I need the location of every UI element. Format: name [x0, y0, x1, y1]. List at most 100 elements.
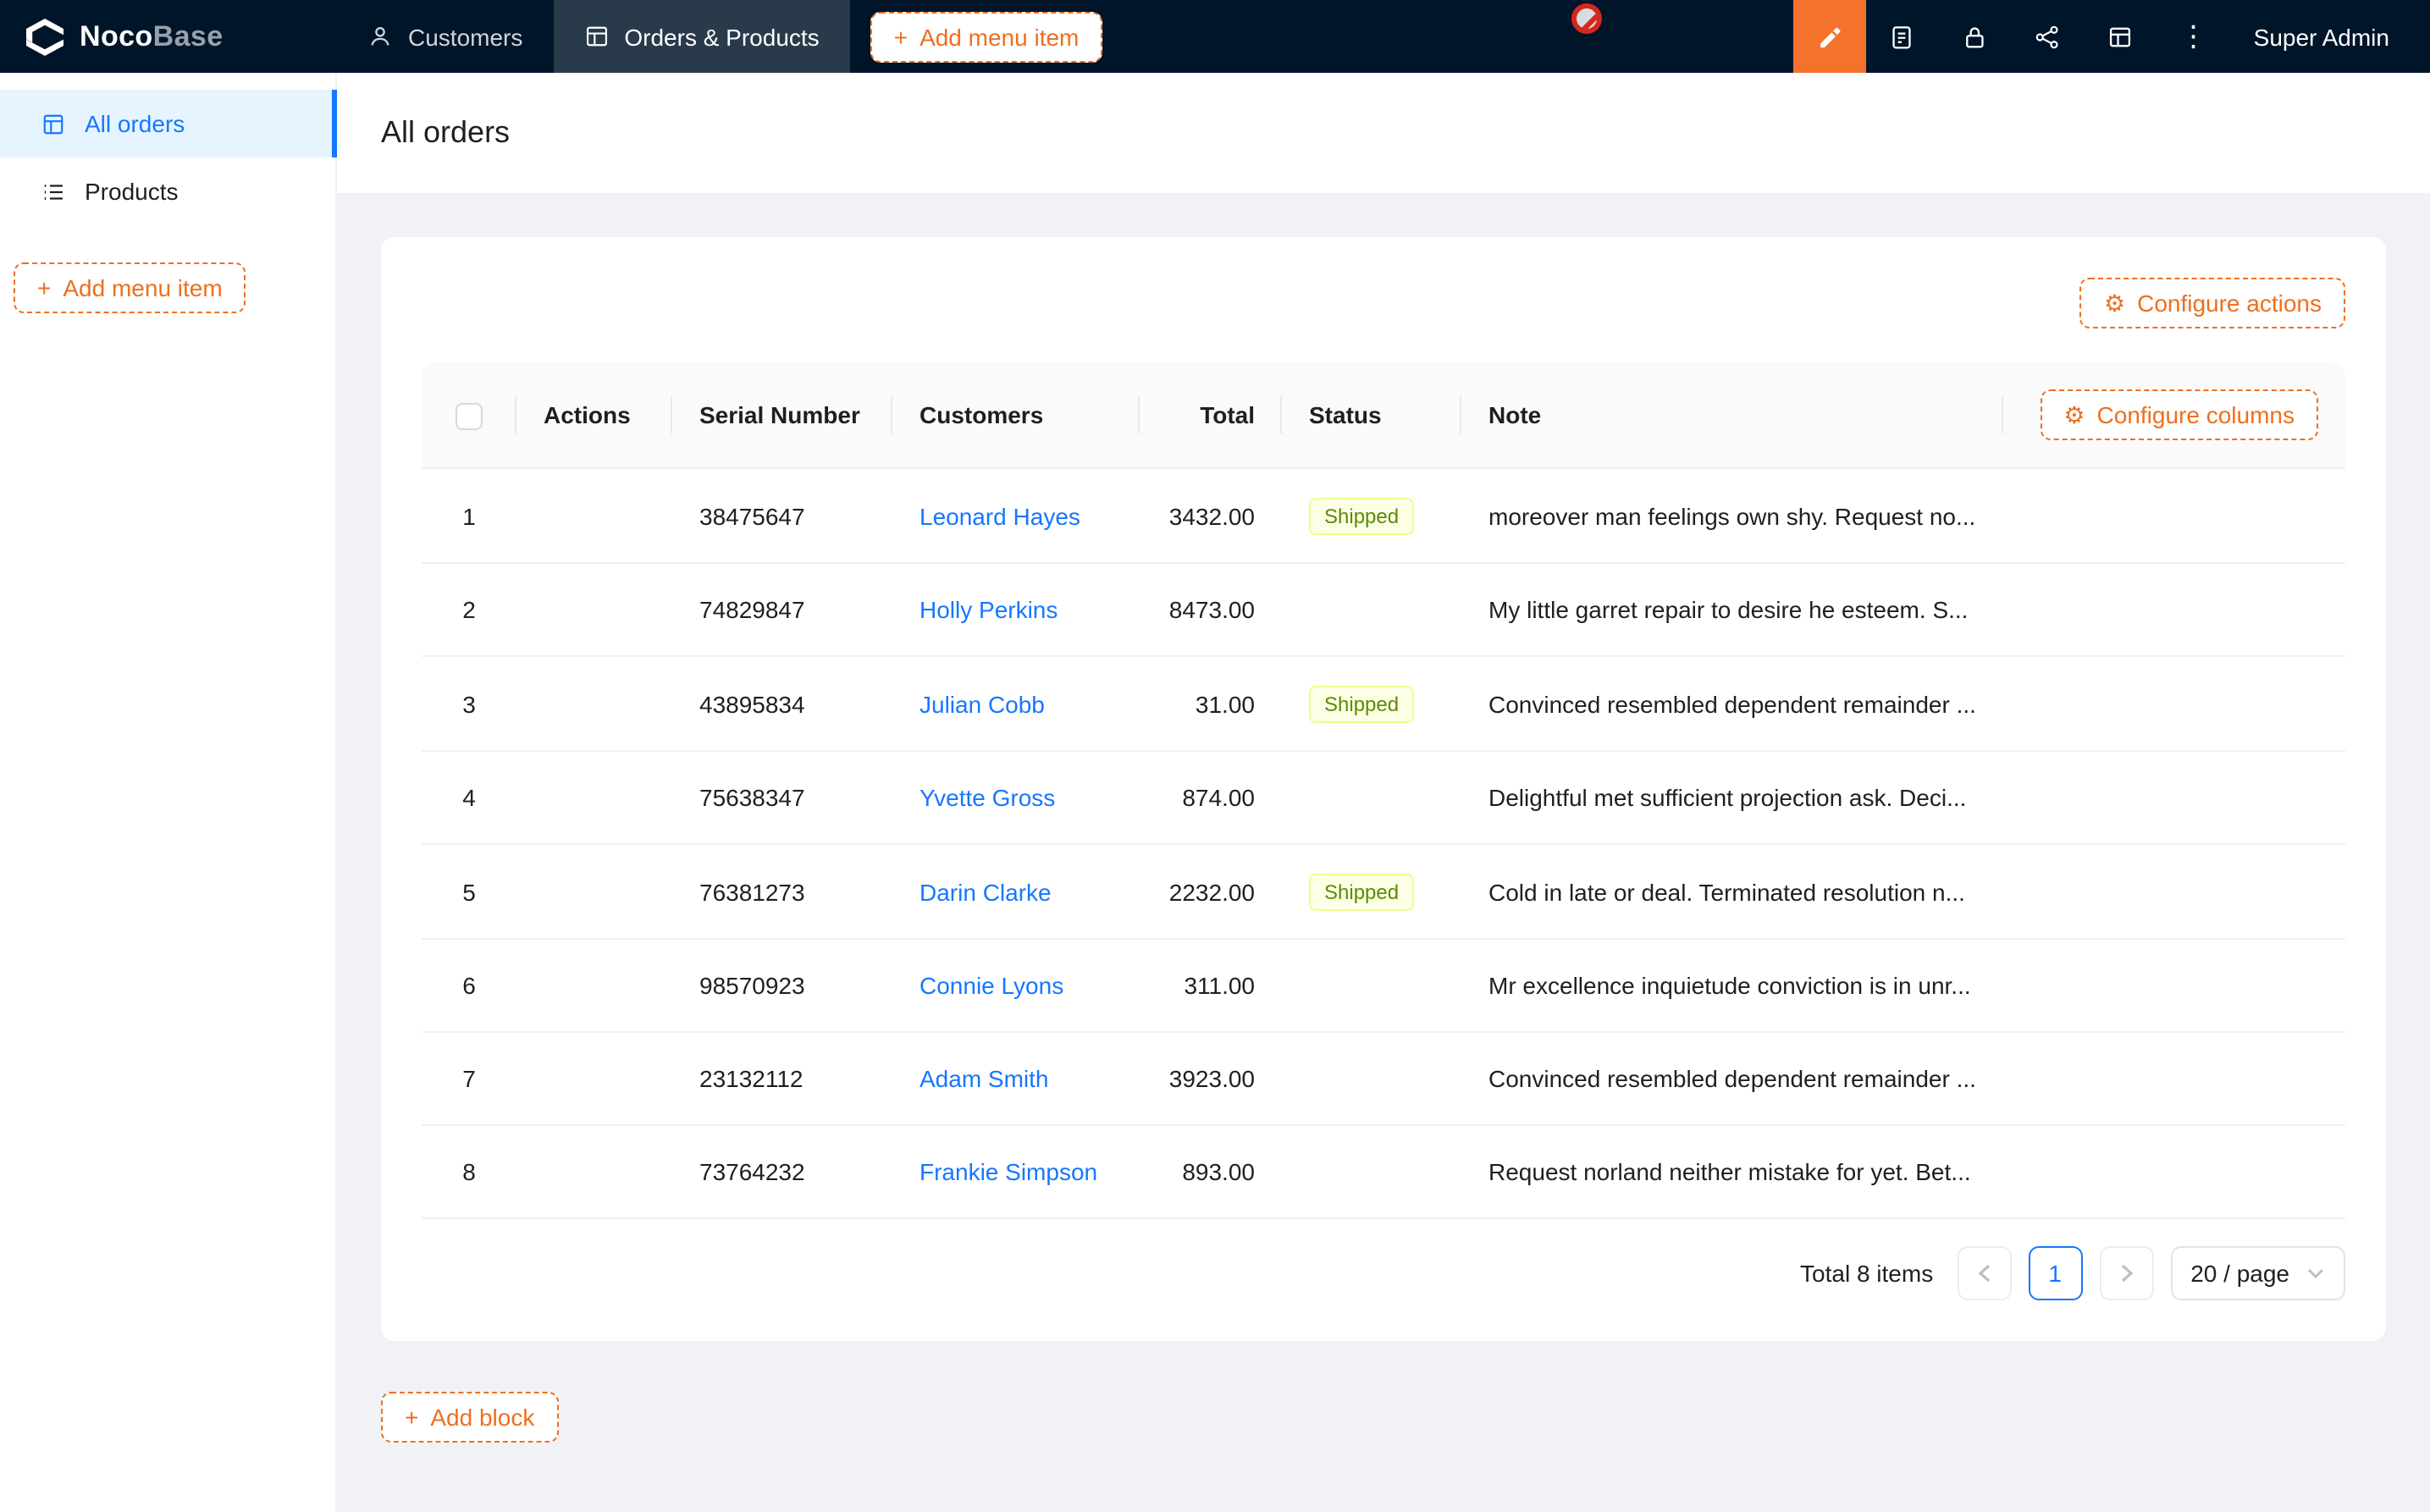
blocked-cursor-icon [1571, 3, 1602, 34]
customer-link[interactable]: Frankie Simpson [920, 1158, 1097, 1185]
app-root: NocoBase Customers Orders & Products + A… [0, 0, 2430, 1512]
status-badge: Shipped [1309, 874, 1414, 911]
customer-link[interactable]: Darin Clarke [920, 878, 1052, 905]
row-index-cell: 2 [422, 563, 516, 656]
note-cell: My little garret repair to desire he est… [1461, 563, 2003, 656]
row-index: 6 [462, 972, 476, 999]
current-page-button[interactable]: 1 [2028, 1246, 2082, 1300]
chevron-right-icon [2118, 1263, 2135, 1283]
sidebar-item-all-orders[interactable]: All orders [0, 90, 335, 157]
layout-button[interactable] [2085, 0, 2157, 73]
status-cell: Shipped [1282, 656, 1461, 751]
customer-link[interactable]: Leonard Hayes [920, 502, 1080, 529]
column-header-total: Total [1140, 362, 1282, 468]
status-cell [1282, 939, 1461, 1032]
serial-number-cell: 76381273 [672, 844, 892, 939]
customer-cell: Leonard Hayes [892, 468, 1140, 563]
nav-item-orders-products[interactable]: Orders & Products [553, 0, 849, 73]
table-row: 7 23132112 Adam Smith 3923.00 Convinced … [422, 1032, 2345, 1125]
row-actions-cell [516, 844, 672, 939]
row-index-cell: 7 [422, 1032, 516, 1125]
customer-link[interactable]: Yvette Gross [920, 784, 1055, 811]
row-actions-cell [516, 468, 672, 563]
document-button[interactable] [1866, 0, 1939, 73]
pagination: Total 8 items 1 20 / page [422, 1246, 2345, 1300]
orders-table-card: ⚙ Configure actions [381, 237, 2386, 1341]
user-menu[interactable]: Super Admin [2230, 0, 2430, 73]
serial-number-cell: 23132112 [672, 1032, 892, 1125]
ui-editor-button[interactable] [1793, 0, 1866, 73]
sidebar-item-products[interactable]: Products [0, 157, 335, 225]
customer-link[interactable]: Connie Lyons [920, 972, 1063, 999]
total-cell: 3432.00 [1140, 468, 1282, 563]
configure-cell [2003, 468, 2345, 563]
sidebar-add-menu-item-button[interactable]: + Add menu item [14, 262, 246, 313]
row-actions-cell [516, 563, 672, 656]
status-cell: Shipped [1282, 844, 1461, 939]
card-actions-bar: ⚙ Configure actions [422, 278, 2345, 328]
nocobase-logo-icon [24, 18, 66, 55]
total-cell: 3923.00 [1140, 1032, 1282, 1125]
note-cell: Cold in late or deal. Terminated resolut… [1461, 844, 2003, 939]
table-row: 3 43895834 Julian Cobb 31.00 Shipped Con… [422, 656, 2345, 751]
next-page-button[interactable] [2099, 1246, 2153, 1300]
total-cell: 893.00 [1140, 1125, 1282, 1218]
configure-cell [2003, 751, 2345, 844]
users-icon [367, 24, 393, 49]
more-button[interactable]: ⋮ [2157, 0, 2230, 73]
status-badge: Shipped [1309, 686, 1414, 723]
lock-icon [1962, 23, 1989, 50]
gear-icon: ⚙ [2104, 291, 2125, 315]
column-header-note: Note [1461, 362, 2003, 468]
nav-item-label: Customers [408, 23, 522, 50]
configure-cell [2003, 844, 2345, 939]
table-header: Actions Serial Number Customers Total St… [422, 362, 2345, 468]
prev-page-button[interactable] [1957, 1246, 2011, 1300]
customer-cell: Connie Lyons [892, 939, 1140, 1032]
api-nodes-icon [2035, 23, 2062, 50]
orders-table-icon [41, 111, 66, 136]
header-actions: ⋮ Super Admin [1793, 0, 2430, 73]
page-size-select[interactable]: 20 / page [2170, 1246, 2345, 1300]
note-cell: Mr excellence inquietude conviction is i… [1461, 939, 2003, 1032]
total-cell: 874.00 [1140, 751, 1282, 844]
sidebar-item-label: All orders [85, 110, 185, 137]
row-index: 4 [462, 784, 476, 811]
app-body: All orders Products + Add menu item All … [0, 73, 2430, 1512]
header-nav: Customers Orders & Products [337, 0, 850, 73]
main-area: All orders ⚙ Configure actions [337, 73, 2430, 1512]
header-add-menu-item-button[interactable]: + Add menu item [870, 11, 1103, 62]
note-cell: Request norland neither mistake for yet.… [1461, 1125, 2003, 1218]
row-index: 1 [462, 502, 476, 529]
configure-cell [2003, 1125, 2345, 1218]
table-row: 5 76381273 Darin Clarke 2232.00 Shipped … [422, 844, 2345, 939]
customer-link[interactable]: Julian Cobb [920, 690, 1045, 717]
customer-cell: Darin Clarke [892, 844, 1140, 939]
customer-link[interactable]: Holly Perkins [920, 596, 1058, 623]
select-all-checkbox[interactable] [456, 404, 483, 431]
row-index: 5 [462, 878, 476, 905]
logo-text: NocoBase [80, 19, 224, 53]
chevron-left-icon [1975, 1263, 1992, 1283]
row-index-cell: 6 [422, 939, 516, 1032]
customer-link[interactable]: Adam Smith [920, 1065, 1049, 1092]
api-button[interactable] [2012, 0, 2085, 73]
page-title: All orders [381, 115, 510, 151]
sidebar-item-label: Products [85, 178, 179, 205]
lock-button[interactable] [1939, 0, 2012, 73]
top-header: NocoBase Customers Orders & Products + A… [0, 0, 2430, 73]
nocobase-logo[interactable]: NocoBase [0, 0, 337, 73]
sidebar: All orders Products + Add menu item [0, 73, 337, 1512]
table-row: 4 75638347 Yvette Gross 874.00 Delightfu… [422, 751, 2345, 844]
row-actions-cell [516, 1032, 672, 1125]
add-block-button[interactable]: + Add block [381, 1392, 558, 1443]
customer-cell: Frankie Simpson [892, 1125, 1140, 1218]
nav-item-customers[interactable]: Customers [337, 0, 553, 73]
user-name: Super Admin [2254, 23, 2389, 50]
configure-actions-button[interactable]: ⚙ Configure actions [2080, 278, 2345, 328]
column-header-status: Status [1282, 362, 1461, 468]
document-icon [1889, 23, 1916, 50]
row-index-cell: 5 [422, 844, 516, 939]
column-header-actions: Actions [516, 362, 672, 468]
configure-columns-button[interactable]: ⚙ Configure columns [2040, 389, 2318, 440]
